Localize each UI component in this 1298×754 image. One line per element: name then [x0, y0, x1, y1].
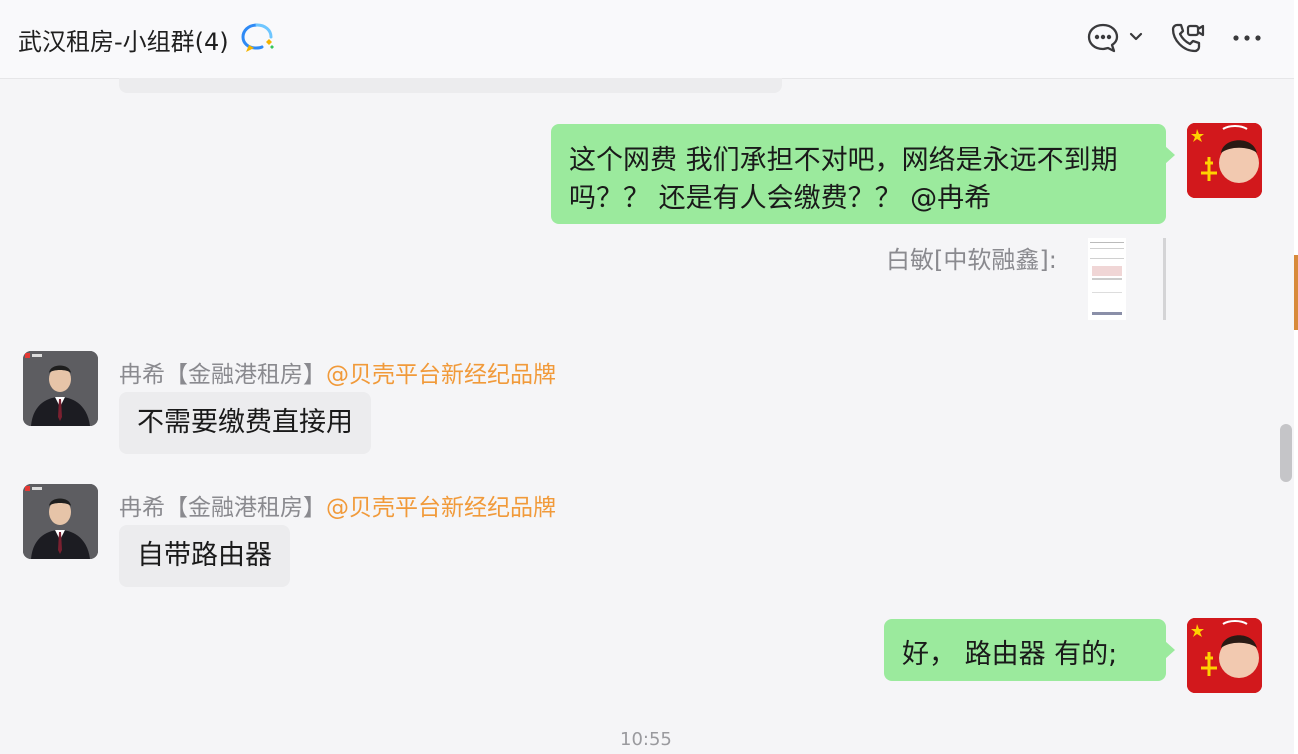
avatar[interactable] [1187, 123, 1262, 198]
message-bubble-outgoing[interactable]: 这个网费 我们承担不对吧，网络是永远不到期 吗？？ 还是有人会缴费？？ @冉希 [551, 124, 1175, 224]
sender-label[interactable]: 冉希【金融港租房】 [119, 362, 326, 388]
previous-message-bubble[interactable] [119, 78, 782, 93]
chevron-down-icon [1129, 32, 1143, 41]
avatar[interactable] [23, 484, 98, 559]
mention-tag[interactable]: @贝壳平台新经纪品牌 [326, 362, 556, 388]
chat-bubble-icon [1087, 23, 1143, 53]
more-dots-icon [1233, 35, 1261, 41]
chat-options-button[interactable] [1086, 20, 1146, 56]
chat-header: 武汉租房-小组群(4) [0, 0, 1296, 79]
window-edge [1294, 0, 1298, 754]
call-button[interactable] [1168, 20, 1206, 56]
message-text-line: 吗？？ 还是有人会缴费？？ @冉希 [569, 183, 992, 214]
avatar[interactable] [1187, 618, 1262, 693]
avatar-image [23, 351, 98, 426]
scrollbar-thumb[interactable] [1280, 424, 1292, 482]
quote-divider [1163, 238, 1166, 320]
group-chat-icon [241, 23, 274, 52]
avatar-image [1187, 123, 1262, 198]
avatar-image [23, 484, 98, 559]
chat-title[interactable]: 武汉租房-小组群(4) [18, 22, 229, 57]
sender-name: 冉希【金融港租房】@贝壳平台新经纪品牌 [119, 488, 556, 522]
quoted-image-thumbnail[interactable] [1088, 238, 1126, 320]
sender-name: 冉希【金融港租房】@贝壳平台新经纪品牌 [119, 355, 556, 389]
message-text-line: 这个网费 我们承担不对吧，网络是永远不到期 [569, 145, 1118, 176]
avatar-image [1187, 618, 1262, 693]
message-bubble-incoming[interactable]: 自带路由器 [119, 525, 290, 587]
more-button[interactable] [1228, 20, 1266, 56]
avatar[interactable] [23, 351, 98, 426]
message-bubble-incoming[interactable]: 不需要缴费直接用 [119, 392, 371, 454]
quoted-message-sender: 白敏[中软融鑫]: [886, 246, 1057, 274]
thumbnail-image [1088, 238, 1126, 320]
message-bubble-outgoing[interactable]: 好， 路由器 有的; [884, 619, 1175, 681]
message-timestamp: 10:55 [620, 729, 672, 750]
window-edge-accent [1294, 255, 1298, 330]
mention-tag[interactable]: @贝壳平台新经纪品牌 [326, 495, 556, 521]
phone-video-icon [1171, 23, 1205, 53]
message-text: 好， 路由器 有的; [902, 639, 1118, 670]
sender-label[interactable]: 冉希【金融港租房】 [119, 495, 326, 521]
